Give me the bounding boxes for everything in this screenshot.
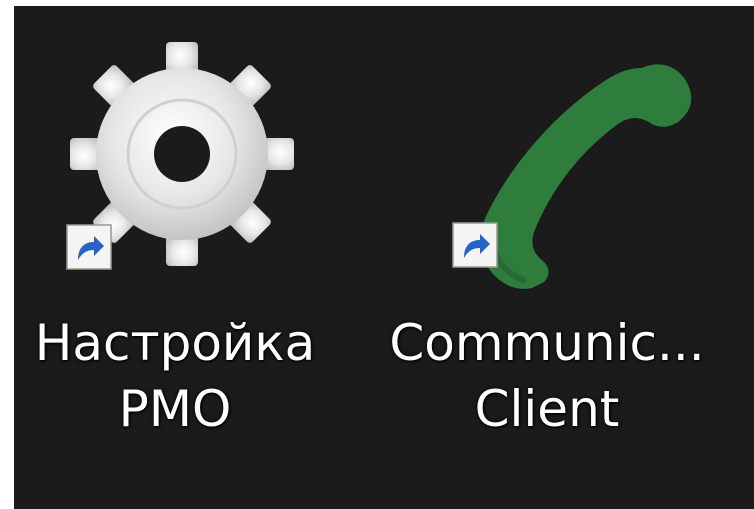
shortcut-icon-area xyxy=(14,6,364,306)
desktop: Настройка PMO Communic... Client xyxy=(14,6,754,509)
desktop-shortcut-communicator-client[interactable]: Communic... Client xyxy=(384,6,734,509)
desktop-shortcut-settings[interactable]: Настройка PMO xyxy=(14,6,364,509)
shortcut-label-line-1: Communic... xyxy=(389,314,705,372)
phone-handset-icon xyxy=(480,64,692,289)
shortcut-arrow-icon xyxy=(66,224,112,270)
shortcut-label-line-1: Настройка xyxy=(34,314,316,372)
shortcut-arrow-icon xyxy=(452,222,498,268)
shortcut-label-line-2: Client xyxy=(474,380,620,438)
shortcut-label-line-2: PMO xyxy=(118,380,232,438)
shortcut-icon-area xyxy=(384,6,734,306)
